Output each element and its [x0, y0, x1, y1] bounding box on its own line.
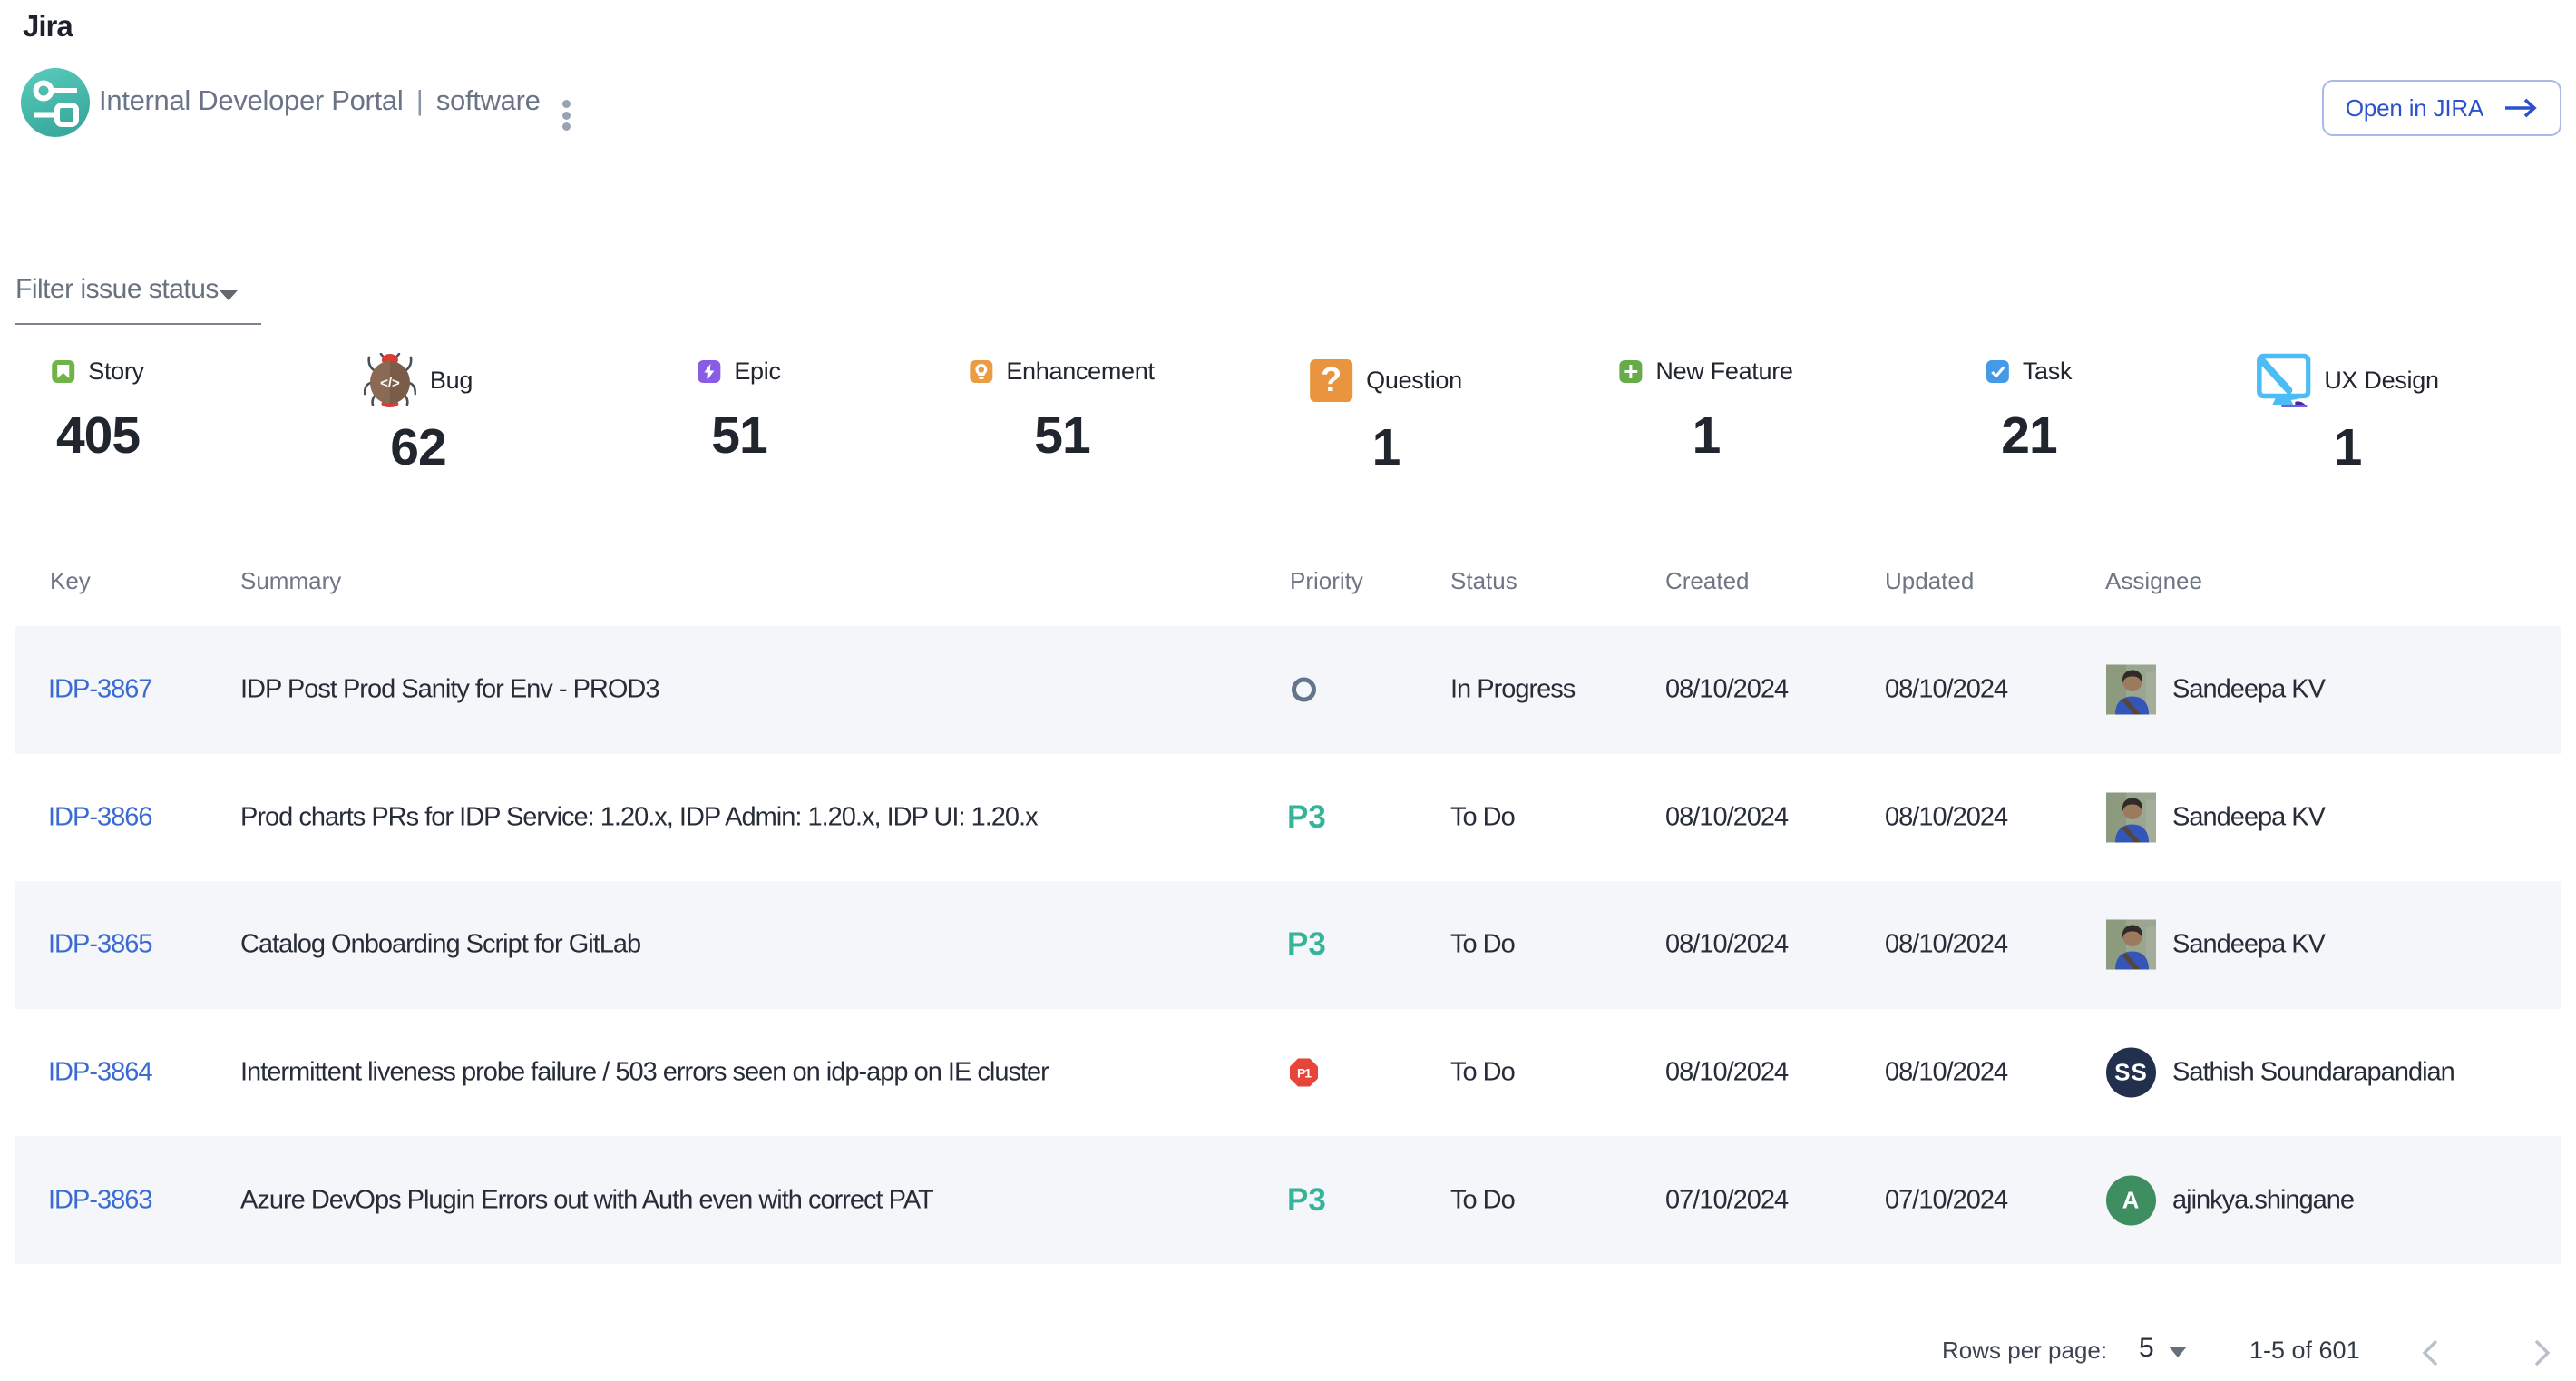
- svg-text:</>: </>: [380, 376, 400, 391]
- svg-text:P1: P1: [1297, 1066, 1312, 1081]
